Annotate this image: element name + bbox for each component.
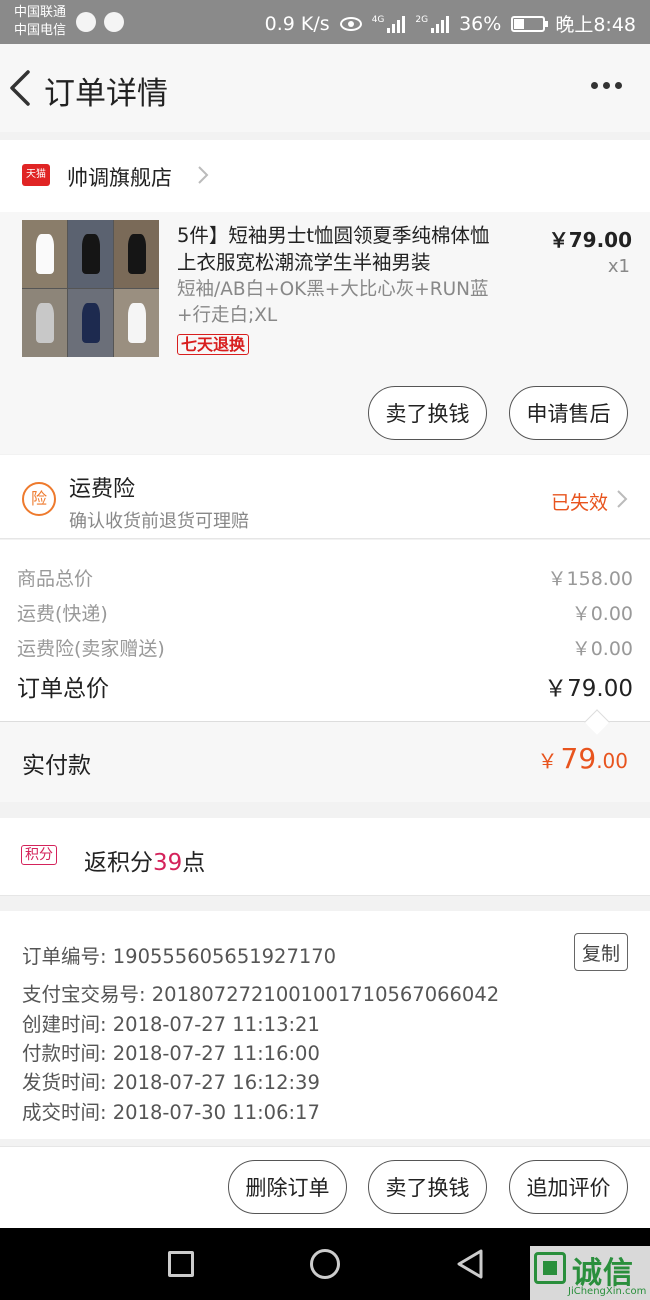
actual-payment-row: 实付款 ￥ 79.00 bbox=[0, 709, 650, 802]
insurance-title: 运费险 bbox=[69, 477, 136, 502]
status-bar: 中国联通 中国电信 0.9 K/s 4G 2G 36% 晚上8:48 bbox=[0, 0, 650, 44]
points-text: 返积分39点 bbox=[84, 850, 206, 876]
product-price: ￥79.00 bbox=[548, 228, 632, 252]
carrier-2: 中国电信 bbox=[14, 23, 67, 38]
order-total-label: 订单总价 bbox=[17, 676, 109, 702]
network-speed: 0.9 K/s bbox=[264, 12, 330, 35]
paid-label: 实付款 bbox=[22, 753, 91, 779]
store-row[interactable]: 天猫 帅调旗舰店 bbox=[0, 140, 650, 212]
price-summary: 商品总价 ￥158.00 运费(快递) ￥0.00 运费险(卖家赠送) ￥0.0… bbox=[0, 540, 650, 722]
battery-percent: 36% bbox=[459, 12, 502, 35]
eye-comfort-icon bbox=[339, 16, 362, 31]
seven-day-return-badge: 七天退换 bbox=[177, 334, 250, 355]
tmall-icon: 天猫 bbox=[22, 164, 50, 186]
insurance-status: 已失效 bbox=[550, 492, 608, 514]
copy-button[interactable]: 复制 bbox=[574, 933, 628, 971]
product-title[interactable]: 5件】短袖男士t恤圆领夏季纯棉体恤上衣服宽松潮流学生半袖男装 bbox=[177, 222, 507, 276]
carrier-info: 中国联通 中国电信 bbox=[14, 4, 66, 40]
insurance-icon: 险 bbox=[22, 482, 56, 516]
carrier-1: 中国联通 bbox=[14, 5, 67, 20]
home-icon[interactable] bbox=[310, 1249, 340, 1279]
insurance-subtitle: 确认收货前退货可理赔 bbox=[69, 511, 249, 532]
clock: 晚上8:48 bbox=[555, 14, 636, 36]
product-sku: 短袖/AB白+OK黑+大比心灰+RUN蓝+行走白;XL bbox=[177, 279, 489, 326]
completed-time: 成交时间: 2018-07-30 11:06:17 bbox=[22, 1101, 320, 1124]
watermark-logo-icon bbox=[534, 1252, 566, 1284]
resell-button[interactable]: 卖了换钱 bbox=[368, 386, 487, 440]
nav-bar: 订单详情 bbox=[0, 44, 650, 132]
order-total-row: 订单总价 ￥79.00 bbox=[17, 669, 633, 703]
store-name[interactable]: 帅调旗舰店 bbox=[67, 162, 172, 192]
signal-icon-2: 2G bbox=[415, 15, 450, 33]
back-arrow-icon[interactable] bbox=[6, 66, 36, 110]
wechat-icon bbox=[104, 12, 124, 32]
order-info: 订单编号: 1905556056519271​70 复制 支付宝交易号: 201… bbox=[0, 911, 650, 1139]
shipped-time: 发货时间: 2018-07-27 16:12:39 bbox=[22, 1071, 320, 1094]
order-total-value: ￥79.00 bbox=[544, 676, 633, 702]
more-menu-icon[interactable] bbox=[591, 82, 622, 89]
created-time: 创建时间: 2018-07-27 11:13:21 bbox=[22, 1013, 320, 1036]
points-row: 积分 返积分39点 bbox=[0, 818, 650, 896]
order-number: 订单编号: 1905556056519271​70 bbox=[22, 945, 337, 968]
add-review-button[interactable]: 追加评价 bbox=[509, 1160, 628, 1214]
location-icon bbox=[76, 12, 96, 32]
system-back-icon[interactable] bbox=[455, 1248, 485, 1280]
points-badge: 积分 bbox=[21, 845, 57, 865]
chevron-right-icon bbox=[617, 490, 628, 508]
alipay-trade-number: 支付宝交易号: 2018072721001001710567066042 bbox=[22, 983, 500, 1006]
after-sale-button[interactable]: 申请售后 bbox=[509, 386, 628, 440]
signal-icon-1: 4G bbox=[372, 15, 406, 33]
bottom-action-bar: 删除订单 卖了换钱 追加评价 bbox=[0, 1146, 650, 1228]
battery-icon bbox=[511, 15, 549, 32]
paid-amount: ￥ 79.00 bbox=[537, 742, 628, 775]
resell-button[interactable]: 卖了换钱 bbox=[368, 1160, 487, 1214]
chevron-right-icon bbox=[198, 166, 209, 184]
paid-time: 付款时间: 2018-07-27 11:16:00 bbox=[22, 1042, 320, 1065]
summary-row: 运费险(卖家赠送) ￥0.00 bbox=[17, 638, 633, 660]
page-title: 订单详情 bbox=[44, 76, 168, 112]
product-quantity: x1 bbox=[607, 256, 630, 277]
recents-icon[interactable] bbox=[168, 1251, 194, 1277]
delete-order-button[interactable]: 删除订单 bbox=[228, 1160, 347, 1214]
summary-row: 商品总价 ￥158.00 bbox=[17, 568, 633, 590]
system-nav-bar: 诚信 JiChengXin.com bbox=[0, 1228, 650, 1300]
summary-row: 运费(快递) ￥0.00 bbox=[17, 603, 633, 625]
watermark: 诚信 JiChengXin.com bbox=[530, 1246, 650, 1300]
shipping-insurance-row[interactable]: 险 运费险 确认收货前退货可理赔 已失效 bbox=[0, 455, 650, 539]
product-thumbnail[interactable] bbox=[22, 220, 159, 357]
product-item[interactable]: 5件】短袖男士t恤圆领夏季纯棉体恤上衣服宽松潮流学生半袖男装 短袖/AB白+OK… bbox=[0, 212, 650, 454]
